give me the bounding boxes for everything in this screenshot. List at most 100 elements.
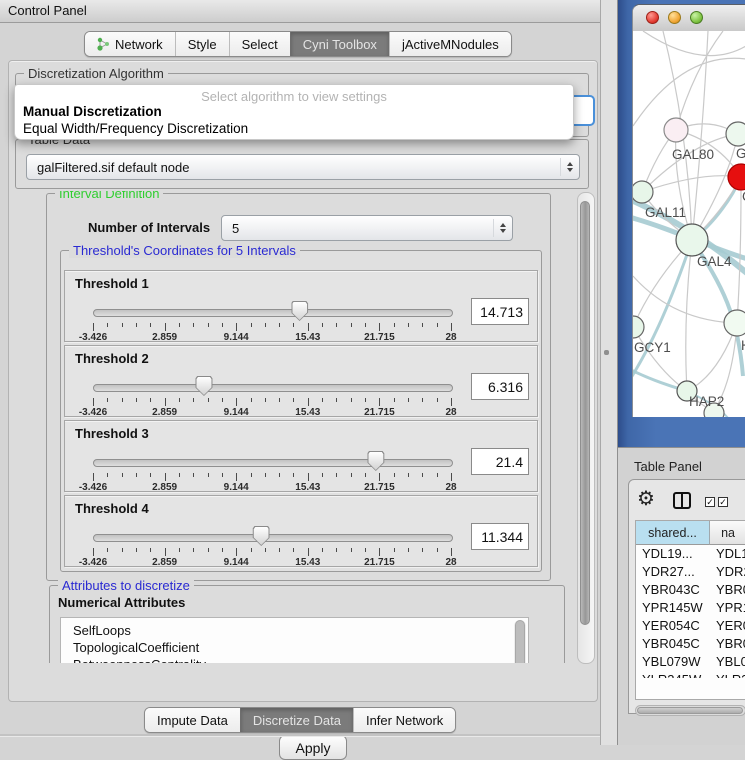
interval-definition-group-title: Interval Definition <box>55 191 163 201</box>
zoom-traffic-light-icon[interactable] <box>690 11 703 24</box>
column-header-name[interactable]: na <box>710 521 745 545</box>
attributes-group: Attributes to discretize Numerical Attri… <box>49 585 565 663</box>
network-node-gal4[interactable] <box>676 224 708 256</box>
table-row[interactable]: YBR043CYBR0 <box>636 582 745 600</box>
node-label-gal80: GAL80 <box>672 147 714 162</box>
node-label-ga: GA <box>736 146 745 161</box>
tab-discretize-data[interactable]: Discretize Data <box>240 708 353 732</box>
tab-network[interactable]: Network <box>85 32 175 56</box>
network-window-titlebar[interactable] <box>633 5 745 32</box>
table-row[interactable]: YPR145WYPR1 <box>636 600 745 618</box>
tab-infer-network[interactable]: Infer Network <box>353 708 455 732</box>
attribute-item-topologicalcoefficient[interactable]: TopologicalCoefficient <box>61 639 528 656</box>
network-window: GAL80 GA C GAL11 GAL4 GCY1 H HAP2 <box>632 4 745 417</box>
slider-scale-labels: -3.4262.8599.14415.4321.71528 <box>93 557 451 569</box>
column-header-shared[interactable]: shared... <box>636 521 710 545</box>
threshold-value-field[interactable]: 11.344 <box>471 523 529 550</box>
minimize-traffic-light-icon[interactable] <box>668 11 681 24</box>
panel-divider[interactable] <box>600 0 618 745</box>
tab-label: Network <box>115 37 163 52</box>
tab-label: Select <box>242 37 278 52</box>
threshold-value-field[interactable]: 6.316 <box>471 373 529 400</box>
table-row[interactable]: YDL19...YDL1 <box>636 546 745 564</box>
algorithm-option-manual[interactable]: Manual Discretization <box>23 104 162 119</box>
slider-thumb[interactable] <box>195 376 212 396</box>
bottom-ridge <box>0 734 600 737</box>
tab-select[interactable]: Select <box>229 32 290 56</box>
slider-ticks <box>93 398 451 407</box>
divider-handle-icon[interactable] <box>604 350 609 355</box>
slider-scale-labels: -3.4262.8599.14415.4321.71528 <box>93 332 451 344</box>
table-data-combo[interactable]: galFiltered.sif default node <box>26 154 580 180</box>
network-tab-icon <box>97 37 110 51</box>
cell-name: YPR1 <box>710 600 745 618</box>
table-panel-title: Table Panel <box>634 459 702 474</box>
tab-label: Discretize Data <box>253 713 341 728</box>
numerical-attributes-list[interactable]: SelfLoopsTopologicalCoefficientBetweenne… <box>60 617 529 663</box>
network-node-gal80[interactable] <box>664 118 688 142</box>
network-node-red[interactable] <box>728 164 745 190</box>
slider-thumb[interactable] <box>253 526 270 546</box>
slider-track[interactable] <box>93 384 453 392</box>
table-row[interactable]: YBL079WYBL0 <box>636 654 745 672</box>
algorithm-option-equal-width[interactable]: Equal Width/Frequency Discretization <box>23 121 248 136</box>
attribute-item-selfloops[interactable]: SelfLoops <box>61 622 528 639</box>
control-panel: Control Panel ✕ NetworkStyleSelectCyni T… <box>0 0 600 745</box>
node-label-hap2: HAP2 <box>689 394 724 409</box>
tab-cyni-toolbox[interactable]: Cyni Toolbox <box>290 32 389 56</box>
attributes-group-title: Attributes to discretize <box>58 578 194 593</box>
threshold-value-field[interactable]: 14.713 <box>471 298 529 325</box>
close-traffic-light-icon[interactable] <box>646 11 659 24</box>
slider-ticks <box>93 473 451 482</box>
cell-name: YDL1 <box>710 546 745 564</box>
tab-label: Style <box>188 37 217 52</box>
slider-track[interactable] <box>93 459 453 467</box>
threshold-slider: -3.4262.8599.14415.4321.71528 <box>93 376 451 416</box>
network-window-frame: GAL80 GA C GAL11 GAL4 GCY1 H HAP2 <box>618 0 745 447</box>
cell-shared-name: YER054C <box>636 618 710 636</box>
slider-scale-labels: -3.4262.8599.14415.4321.71528 <box>93 482 451 494</box>
network-node-gcy1[interactable] <box>633 316 644 338</box>
slider-thumb[interactable] <box>291 301 308 321</box>
slider-track[interactable] <box>93 309 453 317</box>
network-canvas[interactable]: GAL80 GA C GAL11 GAL4 GCY1 H HAP2 <box>633 31 745 417</box>
cell-shared-name: YDL19... <box>636 546 710 564</box>
cell-name: YBR0 <box>710 582 745 600</box>
slider-thumb[interactable] <box>367 451 384 471</box>
node-table: shared... na YDL19...YDL1YDR27...YDR2YBR… <box>635 520 745 700</box>
attributes-list-scrollbar[interactable] <box>514 620 526 663</box>
number-of-intervals-combo[interactable]: 5 <box>221 215 513 241</box>
tab-impute-data[interactable]: Impute Data <box>145 708 240 732</box>
network-node-gal11[interactable] <box>633 181 653 203</box>
table-row[interactable]: YER054CYER0 <box>636 618 745 636</box>
threshold-label: Threshold 2 <box>75 351 149 366</box>
network-node-h[interactable] <box>724 310 745 336</box>
threshold-panel-3: Threshold 3-3.4262.8599.14415.4321.71528… <box>64 420 538 492</box>
apply-button[interactable]: Apply <box>279 735 347 760</box>
top-tab-bar: Network Style Select Cyni ToolboxjActiveMNo… <box>84 31 512 57</box>
network-node-top-right[interactable] <box>726 122 745 146</box>
thresholds-group-title: Threshold's Coordinates for 5 Intervals <box>69 243 300 258</box>
threshold-value-field[interactable]: 21.4 <box>471 448 529 475</box>
checkbox-icon[interactable]: ✓ <box>705 497 715 507</box>
split-columns-icon[interactable] <box>673 492 691 509</box>
table-row[interactable]: YDR27...YDR2 <box>636 564 745 582</box>
table-row[interactable]: YBR045CYBR0 <box>636 636 745 654</box>
checkbox-icon[interactable]: ✓ <box>718 497 728 507</box>
cell-shared-name: YPR145W <box>636 600 710 618</box>
table-horizontal-scrollbar[interactable] <box>635 705 745 716</box>
attribute-item-betweennesscentrality[interactable]: BetweennessCentrality <box>61 656 528 663</box>
control-panel-title: Control Panel <box>8 3 87 18</box>
node-label-h: H <box>741 338 745 353</box>
slider-track[interactable] <box>93 534 453 542</box>
settings-vertical-scrollbar[interactable] <box>577 192 595 664</box>
cell-name: YBL0 <box>710 654 745 672</box>
table-data-group: Table Data galFiltered.sif default node <box>15 139 589 189</box>
algorithm-dropdown-popup: Select algorithm to view settings Manual… <box>14 84 574 140</box>
threshold-panel-1: Threshold 1-3.4262.8599.14415.4321.71528… <box>64 270 538 342</box>
tab-style[interactable]: Style <box>175 32 229 56</box>
table-row[interactable]: YLR345WYLR3 <box>636 672 745 678</box>
tab-jactivemnodules[interactable]: jActiveMNodules <box>389 32 511 56</box>
screen: Control Panel ✕ NetworkStyleSelectCyni T… <box>0 0 745 745</box>
gear-icon[interactable]: ⚙ <box>637 489 655 509</box>
